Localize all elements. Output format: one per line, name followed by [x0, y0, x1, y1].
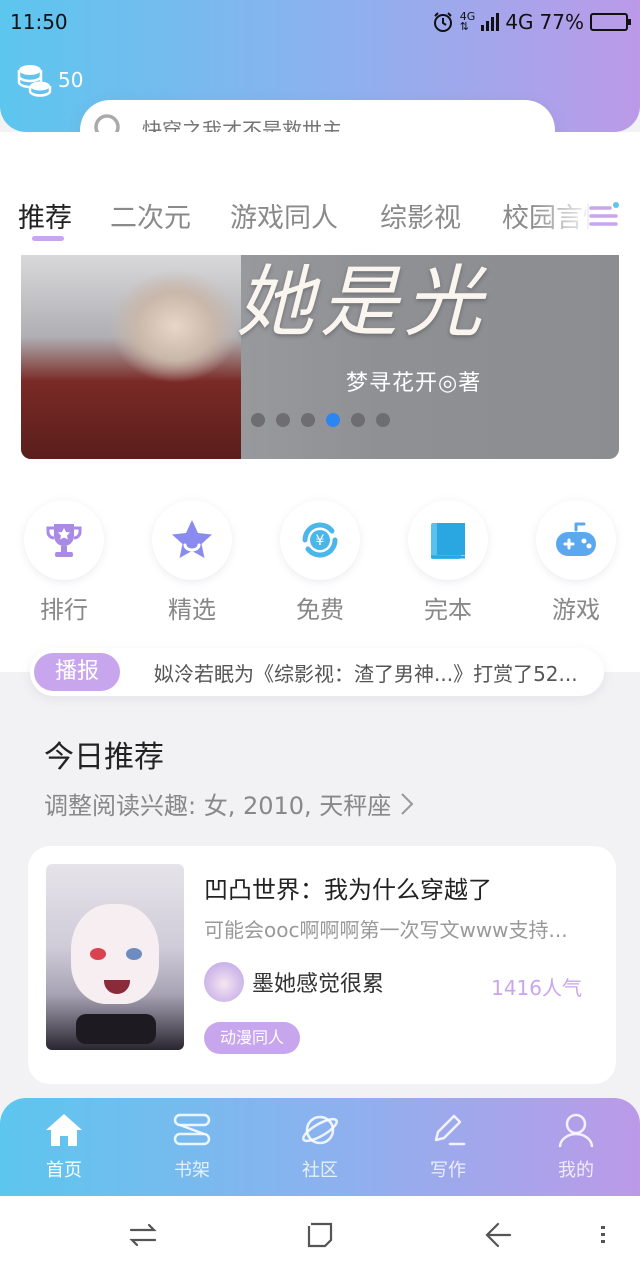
book-card[interactable]: 凹凸世界：我为什么穿越了 可能会ooc啊啊啊第一次写文www支持... 墨她感觉… — [28, 846, 616, 1084]
promo-banner[interactable]: 她是光 梦寻花开◎著 — [21, 255, 619, 459]
network-type: 4G — [505, 10, 534, 34]
nav-write[interactable]: 写作 — [408, 1112, 488, 1182]
category-label: 游戏 — [552, 596, 600, 624]
banner-dot[interactable] — [251, 413, 265, 427]
svg-text:¥: ¥ — [316, 533, 325, 549]
category-tabs: 推荐 二次元 游戏同人 综影视 校园言情 — [0, 186, 640, 246]
book-title: 凹凸世界：我为什么穿越了 — [204, 876, 492, 904]
trophy-icon — [46, 524, 82, 557]
category-games-circle — [536, 500, 616, 580]
battery-percent: 77% — [539, 10, 584, 34]
tab-fade — [530, 186, 640, 246]
coin-balance[interactable]: 50 — [16, 62, 83, 98]
gamepad-icon — [556, 522, 596, 556]
recent-apps-icon[interactable] — [128, 1220, 158, 1250]
banner-dot-active[interactable] — [326, 413, 340, 427]
reading-interest-link[interactable]: 调整阅读兴趣: 女, 2010, 天秤座 — [44, 786, 415, 821]
avatar — [204, 962, 244, 1002]
status-bar: 11:50 4G ⇅ 4G 77% — [0, 0, 640, 44]
book-cover — [46, 864, 184, 1050]
category-games[interactable]: 游戏 — [536, 500, 616, 625]
category-free-circle: ¥ — [280, 500, 360, 580]
nav-label: 书架 — [174, 1160, 210, 1181]
coins-icon — [17, 65, 52, 97]
cover-eye — [126, 948, 142, 960]
banner-character-image — [21, 255, 241, 459]
recommend-subtitle: 调整阅读兴趣: 女, 2010, 天秤座 — [44, 792, 392, 820]
category-ranking-circle — [24, 500, 104, 580]
nav-label: 写作 — [430, 1160, 466, 1181]
nav-community[interactable]: 社区 — [280, 1112, 360, 1182]
cover-bow — [76, 1014, 156, 1044]
planet-icon — [302, 1115, 338, 1145]
banner-dot[interactable] — [301, 413, 315, 427]
status-time: 11:50 — [10, 10, 68, 34]
status-icons: 4G ⇅ 4G 77% — [432, 10, 631, 34]
system-navigation-bar — [0, 1196, 640, 1280]
user-icon — [558, 1113, 594, 1148]
category-completed-circle — [408, 500, 488, 580]
back-icon[interactable] — [482, 1220, 512, 1250]
banner-author: 梦寻花开◎著 — [346, 371, 482, 396]
tab-film-tv[interactable]: 综影视 — [380, 196, 461, 235]
tab-anime[interactable]: 二次元 — [110, 196, 191, 235]
bookshelf-icon — [173, 1113, 211, 1146]
book-icon — [431, 523, 465, 559]
coin-count: 50 — [58, 68, 84, 92]
category-completed[interactable]: 完本 — [408, 500, 488, 625]
tab-recommend[interactable]: 推荐 — [18, 196, 72, 235]
category-free[interactable]: ¥ 免费 — [280, 500, 360, 625]
tab-menu-icon[interactable] — [588, 200, 620, 232]
star-icon — [172, 520, 212, 558]
broadcast-message: 姒泠若眠为《综影视：渣了男神...》打赏了52... — [154, 661, 578, 686]
tab-active-indicator — [32, 236, 64, 241]
tab-game-fanfic[interactable]: 游戏同人 — [230, 196, 338, 235]
banner-title: 她是光 — [236, 258, 489, 348]
app-screen: 11:50 4G ⇅ 4G 77% 50 快穿之我才不是救世主 推荐 二次元 游… — [0, 0, 640, 1280]
banner-dot[interactable] — [351, 413, 365, 427]
home-button-icon[interactable] — [305, 1220, 335, 1250]
category-label: 精选 — [168, 596, 216, 624]
book-popularity: 1416人气 — [491, 976, 582, 1000]
home-icon — [46, 1114, 82, 1146]
banner-dot[interactable] — [276, 413, 290, 427]
battery-icon — [590, 13, 631, 31]
more-options-icon[interactable] — [596, 1220, 610, 1250]
nav-profile[interactable]: 我的 — [536, 1112, 616, 1182]
nav-bookshelf[interactable]: 书架 — [152, 1112, 232, 1182]
category-shortcuts: 排行 精选 ¥ 免费 完本 游戏 — [0, 500, 640, 630]
banner-pagination — [251, 413, 390, 427]
broadcast-badge: 播报 — [34, 653, 120, 691]
chevron-right-icon — [401, 792, 414, 815]
category-label: 完本 — [424, 596, 472, 624]
nav-label: 首页 — [46, 1160, 82, 1181]
cover-eye — [90, 948, 106, 960]
category-label: 排行 — [40, 596, 88, 624]
signal-icon — [481, 13, 500, 31]
category-featured-circle — [152, 500, 232, 580]
broadcast-ticker[interactable]: 播报 姒泠若眠为《综影视：渣了男神...》打赏了52... — [30, 648, 604, 696]
alarm-icon — [433, 12, 452, 32]
author-name: 墨她感觉很累 — [252, 972, 385, 997]
nav-home[interactable]: 首页 — [24, 1112, 104, 1182]
nav-label: 我的 — [558, 1160, 594, 1181]
category-label: 免费 — [296, 596, 344, 624]
category-ranking[interactable]: 排行 — [24, 500, 104, 625]
network-small-bottom: ⇅ — [459, 20, 469, 33]
banner-dot[interactable] — [376, 413, 390, 427]
nav-label: 社区 — [302, 1160, 338, 1181]
network-indicator-small: 4G ⇅ — [459, 11, 476, 33]
book-description: 可能会ooc啊啊啊第一次写文www支持... — [204, 918, 568, 942]
book-author[interactable]: 墨她感觉很累 — [204, 962, 384, 1002]
bottom-navigation: 首页 书架 社区 写作 我的 — [0, 1098, 640, 1196]
recommend-title: 今日推荐 — [44, 740, 164, 775]
book-tag[interactable]: 动漫同人 — [204, 1022, 301, 1054]
category-featured[interactable]: 精选 — [152, 500, 232, 625]
pen-icon — [434, 1114, 466, 1146]
yen-coin-icon: ¥ — [302, 522, 338, 558]
